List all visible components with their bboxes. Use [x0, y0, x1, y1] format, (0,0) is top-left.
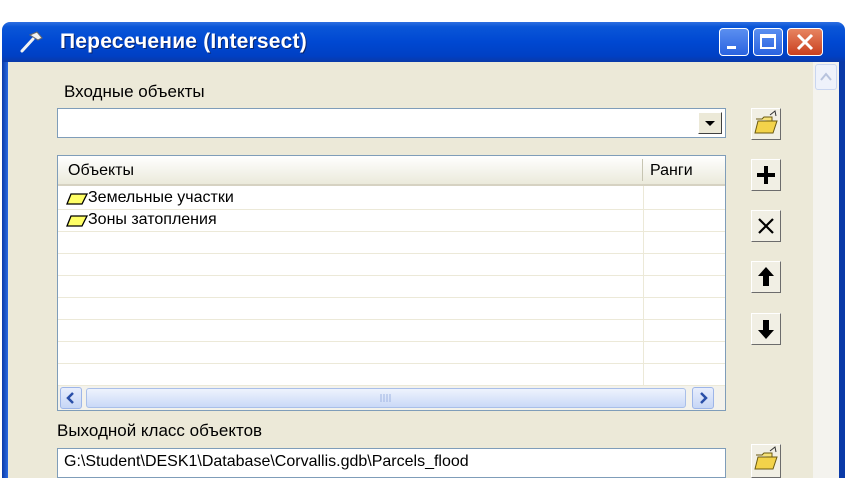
input-features-combobox[interactable]: [57, 108, 726, 138]
polygon-layer-icon: [66, 193, 88, 205]
vertical-scrollbar[interactable]: [813, 62, 839, 478]
browse-output-button[interactable]: [751, 444, 781, 478]
chevron-right-icon: [700, 392, 708, 404]
close-button[interactable]: [787, 28, 823, 56]
close-icon: [796, 33, 814, 51]
input-features-label: Входные объекты: [64, 82, 205, 101]
scroll-thumb[interactable]: [86, 388, 686, 408]
window-frame-right: [839, 62, 845, 478]
title-bar[interactable]: Пересечение (Intersect): [2, 22, 845, 62]
scroll-right-button[interactable]: [692, 387, 714, 409]
table-header: Объекты Ранги: [58, 156, 725, 186]
polygon-layer-icon: [66, 215, 88, 227]
move-down-button[interactable]: [751, 313, 781, 345]
table-row-empty: [58, 232, 725, 254]
maximize-button[interactable]: [753, 28, 783, 56]
folder-open-icon: [754, 110, 778, 134]
output-feature-class-input[interactable]: G:\Student\DESK1\Database\Corvallis.gdb\…: [57, 448, 726, 478]
table-row-empty: [58, 276, 725, 298]
table-row-empty: [58, 320, 725, 342]
grip-icon: [380, 394, 391, 402]
table-row-empty: [58, 342, 725, 364]
table-row[interactable]: Зоны затопления: [58, 210, 725, 232]
table-row-empty: [58, 298, 725, 320]
column-header-features[interactable]: Объекты: [68, 162, 134, 180]
scroll-left-button[interactable]: [60, 387, 82, 409]
table-row-empty: [58, 364, 725, 386]
row-feature-name: Зоны затопления: [88, 211, 217, 228]
window-frame-left: [2, 62, 20, 478]
chevron-up-icon: [820, 72, 832, 81]
arrow-up-icon: [758, 267, 774, 286]
table-row[interactable]: Земельные участки: [58, 188, 725, 210]
chevron-down-icon: [705, 121, 715, 126]
add-row-button[interactable]: [751, 159, 781, 191]
chevron-left-icon: [66, 392, 74, 404]
browse-input-button[interactable]: [751, 108, 781, 140]
dropdown-button[interactable]: [698, 112, 722, 134]
scroll-up-button[interactable]: [815, 64, 837, 90]
plus-icon: [757, 166, 775, 184]
table-row-empty: [58, 254, 725, 276]
maximize-icon: [760, 34, 776, 49]
move-up-button[interactable]: [751, 261, 781, 293]
minimize-button[interactable]: [719, 28, 749, 56]
remove-row-button[interactable]: [751, 210, 781, 242]
x-icon: [758, 218, 774, 234]
output-path-value: G:\Student\DESK1\Database\Corvallis.gdb\…: [64, 453, 469, 470]
minimize-icon: [727, 46, 736, 49]
horizontal-scrollbar[interactable]: [58, 386, 725, 410]
arrow-down-icon: [758, 320, 774, 339]
hammer-icon: [20, 31, 43, 53]
column-separator[interactable]: [642, 159, 643, 181]
row-feature-name: Земельные участки: [88, 189, 234, 206]
output-feature-class-label: Выходной класс объектов: [57, 421, 263, 440]
column-header-ranks[interactable]: Ранги: [650, 162, 693, 180]
features-table[interactable]: Объекты Ранги Земельные участки Зоны зат…: [57, 155, 726, 411]
window-title: Пересечение (Intersect): [60, 30, 307, 53]
folder-open-icon: [754, 446, 778, 470]
